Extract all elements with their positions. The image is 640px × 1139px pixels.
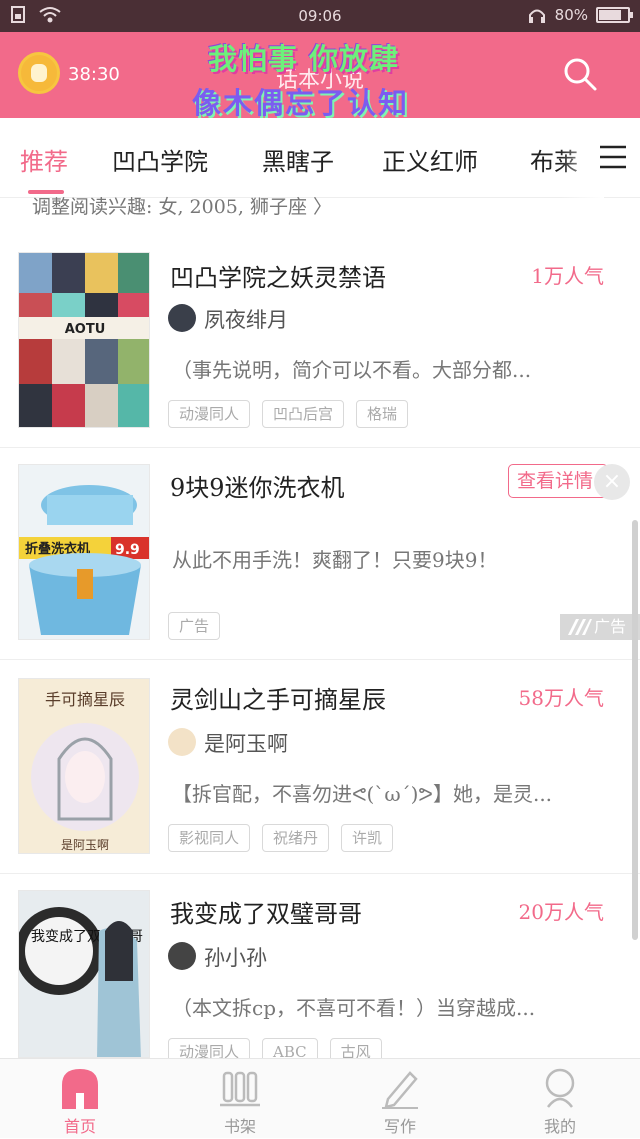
collage-cover-image: AOTU [19,253,149,427]
cover-art: 手可摘星辰 是阿玉啊 [19,679,149,853]
author-avatar[interactable] [168,728,196,756]
book-cover[interactable]: 我变成了双璧哥哥 [18,890,150,1058]
status-icons-right: 80% [527,6,633,24]
ad-tag: 广告 [168,612,221,640]
pen-icon [382,1071,418,1109]
view-details-button[interactable]: 查看详情 [508,464,608,498]
tag[interactable]: 祝绪丹 [262,824,330,852]
bottom-navigation: 首页 书架 写作 我的 [0,1058,640,1138]
ad-description: 从此不用手洗！爽翻了！只要9块9！ [172,548,498,572]
book-card[interactable]: 手可摘星辰 是阿玉啊 灵剑山之手可摘星辰 58万人气 是阿玉啊 【拆官配，不喜勿… [0,660,640,874]
scrollbar[interactable] [632,520,638,940]
ad-cover[interactable]: 折叠洗衣机 9.9 [18,464,150,640]
battery-icon [596,7,633,23]
battery-percent: 80% [554,6,588,24]
tag-list: 动漫同人 凹凸后宫 格瑞 [168,400,409,428]
home-icon [62,1069,98,1109]
reading-preferences-link[interactable]: 调整阅读兴趣: 女, 2005, 狮子座 〉 [32,184,632,220]
book-cover[interactable]: AOTU [18,252,150,428]
book-description: 【拆官配，不喜勿进ᕙ(`ω´)ᕗ】她，是灵... [172,782,553,806]
tag-list: 广告 [168,612,221,640]
ad-network-icon [568,619,592,635]
author-avatar[interactable] [168,304,196,332]
nav-write[interactable]: 写作 [320,1059,480,1139]
washer-image: 折叠洗衣机 9.9 [19,465,149,639]
tag[interactable]: 凹凸后宫 [262,400,345,428]
cover-subtitle: 是阿玉啊 [61,838,109,852]
nav-home-label: 首页 [63,1117,96,1136]
nav-home[interactable]: 首页 [0,1059,160,1139]
search-icon[interactable] [562,56,598,92]
overlay-text-line1: 我怕事 你放肆 [208,42,400,76]
book-description: （事先说明，简介可以不看。大部分都... [172,358,532,382]
tag[interactable]: 影视同人 [168,824,251,852]
overlay-text-line2: 像木偶忘了认知 [192,86,410,120]
nav-profile[interactable]: 我的 [480,1059,640,1139]
cover-art: 我变成了双璧哥哥 [19,891,149,1057]
svg-text:AOTU: AOTU [65,322,106,337]
tag-list: 影视同人 祝绪丹 许凯 [168,824,394,852]
book-card[interactable]: 我变成了双璧哥哥 我变成了双璧哥哥 20万人气 孙小孙 （本文拆cp，不喜可不看… [0,874,640,1066]
nav-bookshelf[interactable]: 书架 [160,1059,320,1139]
tab-recommend[interactable]: 推荐 [20,142,68,177]
tag[interactable]: 许凯 [341,824,394,852]
book-title[interactable]: 凹凸学院之妖灵禁语 [170,258,386,293]
book-cover[interactable]: 手可摘星辰 是阿玉啊 [18,678,150,854]
book-description: （本文拆cp，不喜可不看！）当穿越成... [172,996,536,1020]
popularity: 20万人气 [518,900,604,924]
profile-icon [545,1068,575,1108]
headset-icon [528,9,545,23]
tab-justice-teacher[interactable]: 正义红师 [382,142,478,177]
book-card[interactable]: AOTU 凹凸学院之妖灵禁语 1万人气 夙夜绯月 （事先说明，简介可以不看。大部… [0,236,640,448]
close-ad-button[interactable]: × [594,464,630,500]
tab-hei-xiazi[interactable]: 黑瞎子 [262,142,334,177]
bookshelf-icon [220,1071,260,1107]
popularity: 1万人气 [531,264,604,288]
tag[interactable]: 动漫同人 [168,400,251,428]
book-title[interactable]: 我变成了双璧哥哥 [170,894,362,929]
menu-icon[interactable] [598,144,628,170]
battery-level [599,10,622,20]
nav-write-label: 写作 [383,1117,416,1136]
nav-profile-label: 我的 [543,1117,576,1136]
close-icon: × [602,469,622,494]
author-name[interactable]: 孙小孙 [204,942,267,972]
author-name[interactable]: 夙夜绯月 [204,304,288,334]
cover-title: 手可摘星辰 [45,690,125,709]
app-header: 38:30 话本小说 我怕事 你放肆 像木偶忘了认知 [0,32,640,120]
tag[interactable]: 格瑞 [356,400,409,428]
nav-bookshelf-label: 书架 [223,1117,256,1136]
popularity: 58万人气 [518,686,604,710]
tab-aotu-academy[interactable]: 凹凸学院 [112,142,208,177]
ad-badge-label: 广告 [594,617,627,636]
ad-badge: 广告 [560,614,640,640]
author-avatar[interactable] [168,942,196,970]
ad-title[interactable]: 9块9迷你洗衣机 [170,468,345,503]
status-bar: 09:06 80% [0,0,640,32]
book-title[interactable]: 灵剑山之手可摘星辰 [170,680,386,715]
author-name[interactable]: 是阿玉啊 [204,728,288,758]
reading-preferences-text: 调整阅读兴趣: 女, 2005, 狮子座 〉 [32,196,332,218]
